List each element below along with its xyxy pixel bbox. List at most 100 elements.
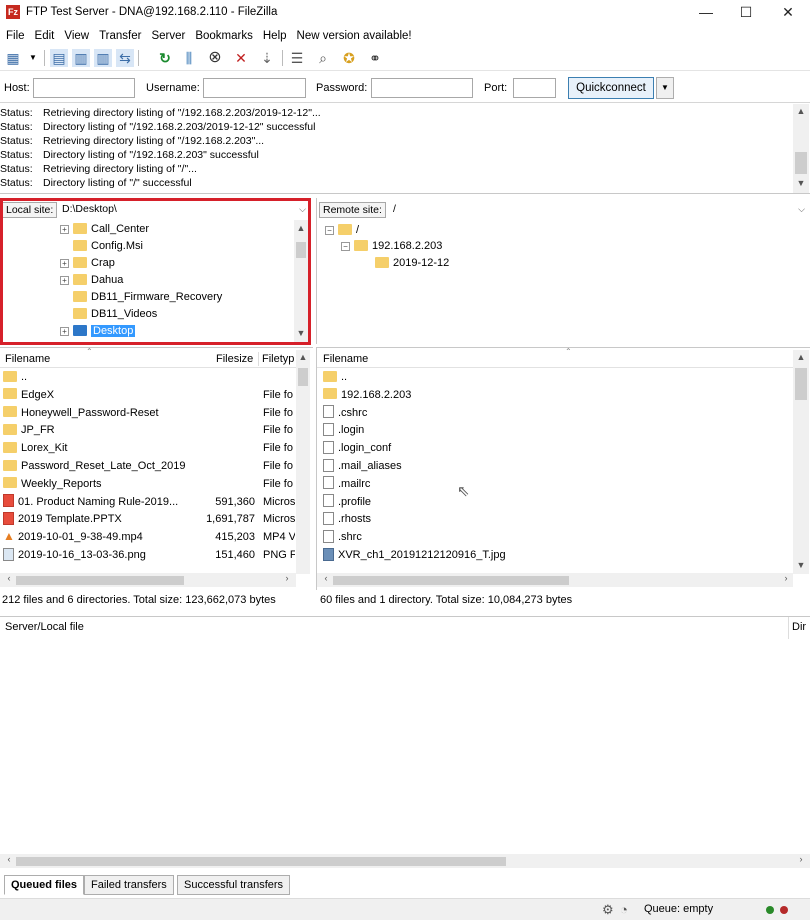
speed-limit-icon: ◔ (620, 902, 628, 917)
tree-item[interactable]: − / (325, 222, 359, 238)
log-line: Status: Retrieving directory listing of "… (0, 135, 265, 147)
table-row[interactable]: EdgeX File fo (3, 387, 295, 405)
table-row[interactable]: .shrc (323, 529, 783, 547)
column-filename[interactable]: Filename (323, 350, 368, 368)
queue-status: Queue: empty (644, 903, 714, 915)
compare-icon[interactable]: ⌕ (314, 49, 332, 67)
local-list-header: Filename ⌃ Filesize Filetyp (0, 347, 296, 368)
log-line: Status: Directory listing of "/192.168.2.… (0, 149, 259, 161)
port-input[interactable] (513, 78, 556, 98)
table-row[interactable]: Lorex_Kit File fo (3, 440, 295, 458)
window-title: FTP Test Server - DNA@192.168.2.110 - Fi… (26, 6, 278, 18)
table-row[interactable]: Password_Reset_Late_Oct_2019 File fo (3, 458, 295, 476)
table-row[interactable]: Weekly_Reports File fo (3, 476, 295, 494)
refresh-icon[interactable]: ↻ (156, 49, 174, 67)
menu-new-version[interactable]: New version available! (292, 27, 417, 45)
toggle-remote-tree-icon[interactable]: ▥ (94, 49, 112, 67)
table-row[interactable]: ▲ 2019-10-01_9-38-49.mp4 415,203 MP4 V (3, 529, 295, 547)
close-button[interactable]: ✕ (768, 0, 808, 26)
table-row[interactable]: 2019-10-16_13-03-36.png 151,460 PNG F (3, 547, 295, 565)
host-label: Host: (4, 82, 30, 94)
minimize-button[interactable]: — (686, 0, 726, 26)
remote-path-input[interactable]: / ⌵ (393, 202, 807, 218)
toggle-queue-icon[interactable]: ⇆ (116, 49, 134, 67)
maximize-button[interactable]: ☐ (726, 0, 766, 26)
remote-file-list: Filename ⌃ .. 192.168.2.203 .cshrc .login .l… (316, 347, 810, 590)
tree-item[interactable]: −192.168.2.203 (341, 238, 442, 254)
tab-successful-transfers[interactable]: Successful transfers (177, 875, 291, 895)
search-files-icon[interactable]: ⚭ (366, 49, 384, 67)
queue-hscroll[interactable]: ‹ › (0, 854, 810, 868)
disconnect-icon[interactable]: ✕ (232, 49, 250, 67)
column-filetype[interactable]: Filetyp (262, 350, 294, 368)
table-row[interactable]: .rhosts (323, 511, 783, 529)
queue-column-direction[interactable]: Dir (792, 621, 806, 633)
password-input[interactable] (371, 78, 473, 98)
menu-server[interactable]: Server (146, 27, 190, 45)
menu-bookmarks[interactable]: Bookmarks (190, 27, 258, 45)
title-bar: Fz FTP Test Server - DNA@192.168.2.110 -… (0, 0, 810, 26)
table-row[interactable]: XVR_ch1_20191212120916_T.jpg (323, 547, 783, 565)
send-indicator-icon (766, 906, 774, 914)
table-row[interactable]: 192.168.2.203 (323, 387, 783, 405)
toggle-log-icon[interactable]: ▤ (50, 49, 68, 67)
remote-list-scrollbar[interactable]: ▲ ▼ (793, 350, 809, 574)
table-row[interactable]: .profile (323, 494, 783, 512)
status-bar: ⚙ ◔ Queue: empty (0, 898, 810, 920)
log-line: Status: Directory listing of "/" successf… (0, 177, 192, 189)
table-row[interactable]: .login (323, 422, 783, 440)
process-queue-icon[interactable]: ⫼ (180, 49, 198, 67)
remote-directory-tree: − / −192.168.2.203 2019-12-12 (316, 220, 810, 344)
toolbar: ▦ ▼ ▤ ▥ ▥ ⇆ ↻ ⫼ ⊗ ✕ ⇣ ☰ ⌕ ✪ ⚭ (0, 45, 810, 71)
local-list-hscroll[interactable]: ‹ › (0, 573, 296, 587)
remote-list-hscroll[interactable]: ‹ › (317, 573, 793, 587)
menu-view[interactable]: View (59, 27, 94, 45)
reconnect-icon[interactable]: ⇣ (258, 49, 276, 67)
log-scrollbar[interactable]: ▲ ▼ (793, 104, 809, 193)
table-row[interactable]: .mailrc (323, 476, 783, 494)
log-line: Status: Retrieving directory listing of "… (0, 107, 321, 119)
table-row[interactable]: Honeywell_Password-Reset File fo (3, 405, 295, 423)
site-manager-dropdown-icon[interactable]: ▼ (24, 49, 42, 67)
table-row[interactable]: .. (323, 369, 783, 387)
local-file-list: Filename ⌃ Filesize Filetyp .. EdgeX File … (0, 347, 313, 590)
table-row[interactable]: 01. Product Naming Rule-2019... 591,360 Mi… (3, 494, 295, 512)
log-line: Status: Directory listing of "/192.168.2.… (0, 121, 316, 133)
gear-icon: ⚙ (602, 902, 614, 917)
tree-item[interactable]: 2019-12-12 (375, 255, 449, 271)
table-row[interactable]: .login_conf (323, 440, 783, 458)
local-list-scrollbar[interactable]: ▲ (296, 350, 310, 574)
host-input[interactable] (33, 78, 135, 98)
menu-transfer[interactable]: Transfer (94, 27, 146, 45)
transfer-queue: Server/Local file Dir ‹ › (0, 616, 810, 872)
cancel-operation-icon[interactable]: ⊗ (206, 49, 224, 67)
tab-failed-transfers[interactable]: Failed transfers (84, 875, 174, 895)
site-manager-icon[interactable]: ▦ (4, 49, 22, 67)
table-row[interactable]: .. (3, 369, 295, 387)
table-row[interactable]: JP_FR File fo (3, 422, 295, 440)
column-filename[interactable]: Filename (5, 350, 50, 368)
mouse-cursor-icon: ⇖ (457, 483, 470, 500)
table-row[interactable]: .cshrc (323, 405, 783, 423)
tab-queued-files[interactable]: Queued files (4, 875, 85, 895)
filter-icon[interactable]: ☰ (288, 49, 306, 67)
menu-help[interactable]: Help (258, 27, 292, 45)
receive-indicator-icon (780, 906, 788, 914)
menu-file[interactable]: File (0, 27, 30, 45)
quickconnect-bar: Host: Username: Password: Port: Quickcon… (0, 73, 810, 103)
toggle-local-tree-icon[interactable]: ▥ (72, 49, 90, 67)
menu-bar: File Edit View Transfer Server Bookmarks Help N… (0, 27, 810, 45)
menu-edit[interactable]: Edit (30, 27, 60, 45)
quickconnect-button[interactable]: Quickconnect (568, 77, 654, 99)
remote-site-bar: Remote site: / ⌵ (316, 198, 810, 220)
sync-browse-icon[interactable]: ✪ (340, 49, 358, 67)
remote-site-label: Remote site: (319, 202, 386, 218)
queue-column-server-local-file[interactable]: Server/Local file (5, 621, 84, 633)
quickconnect-dropdown-button[interactable]: ▼ (656, 77, 674, 99)
remote-list-header: Filename ⌃ (317, 347, 793, 368)
port-label: Port: (484, 82, 508, 94)
table-row[interactable]: 2019 Template.PPTX 1,691,787 Micros (3, 511, 295, 529)
username-input[interactable] (203, 78, 306, 98)
column-filesize[interactable]: Filesize (216, 350, 253, 368)
table-row[interactable]: .mail_aliases (323, 458, 783, 476)
